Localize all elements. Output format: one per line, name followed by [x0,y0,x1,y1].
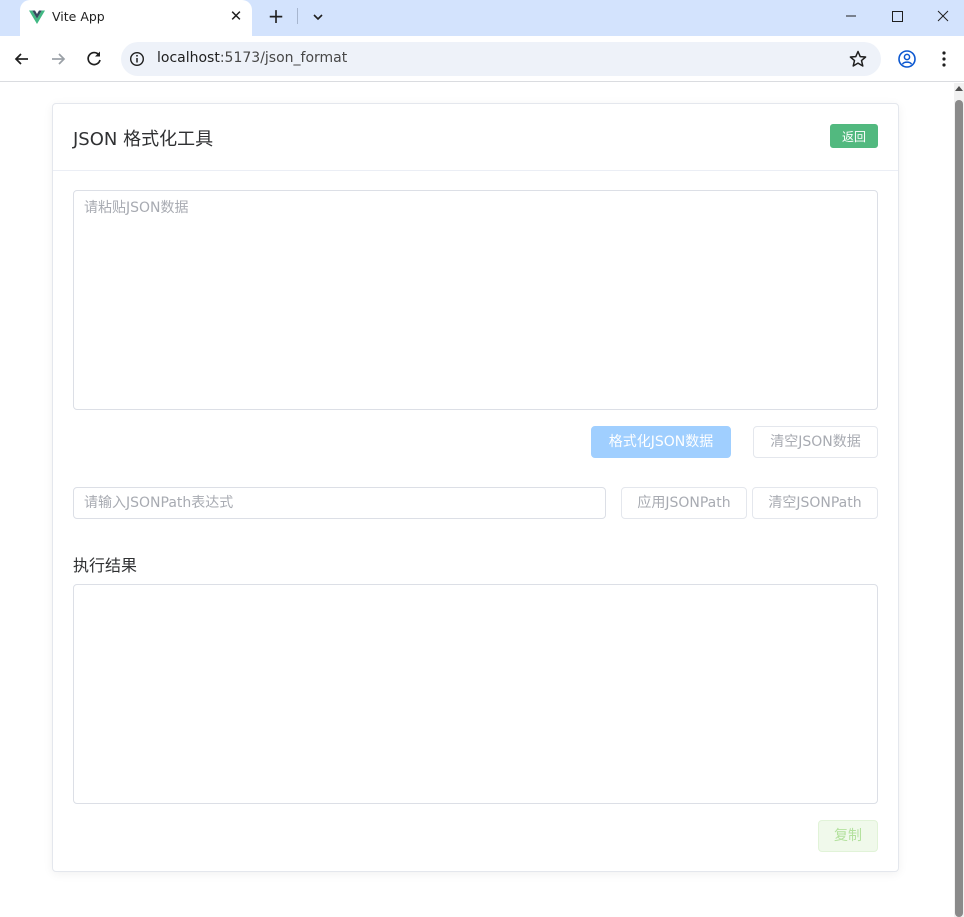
result-textarea[interactable] [73,584,878,804]
tab-strip: Vite App ✕ + [0,0,964,36]
bookmark-star-icon[interactable] [848,49,868,69]
vue-logo-icon [29,10,45,24]
forward-arrow-icon[interactable] [43,44,73,74]
apply-jsonpath-button[interactable]: 应用JSONPath [621,487,747,519]
card-header: JSON 格式化工具 返回 [53,104,898,171]
site-info-icon[interactable] [129,51,145,67]
window-close-icon[interactable] [920,0,964,32]
address-bar[interactable]: localhost:5173/json_format [121,42,881,76]
format-json-button[interactable]: 格式化JSON数据 [591,426,731,458]
json-input-placeholder: 请粘贴JSON数据 [84,200,189,216]
url-text: localhost:5173/json_format [157,50,347,66]
url-path: :5173/json_format [219,50,348,66]
url-host: localhost [157,50,220,66]
page-title: JSON 格式化工具 [73,129,214,150]
minimize-icon[interactable] [828,0,874,32]
copy-button[interactable]: 复制 [818,820,878,852]
clear-jsonpath-button[interactable]: 清空JSONPath [752,487,878,519]
back-button[interactable]: 返回 [830,124,878,148]
tab-close-icon[interactable]: ✕ [227,6,245,26]
new-tab-button[interactable]: + [264,5,288,29]
profile-icon[interactable] [896,48,918,70]
json-tool-card: JSON 格式化工具 返回 请粘贴JSON数据 格式化JSON数据 清空JSON… [52,103,899,872]
browser-tab[interactable]: Vite App ✕ [20,0,252,36]
clear-json-button[interactable]: 清空JSON数据 [753,426,878,458]
tab-title: Vite App [52,9,105,24]
scrollbar-thumb[interactable] [955,100,963,917]
maximize-icon[interactable] [874,0,920,32]
tab-separator [297,8,298,24]
reload-icon[interactable] [79,44,109,74]
result-section-title: 执行结果 [73,556,138,575]
more-menu-icon[interactable] [934,48,954,70]
jsonpath-input[interactable]: 请输入JSONPath表达式 [73,487,606,519]
scroll-up-arrow-icon[interactable] [955,86,963,91]
browser-toolbar: localhost:5173/json_format [0,36,964,82]
back-arrow-icon[interactable] [7,44,37,74]
jsonpath-input-placeholder: 请输入JSONPath表达式 [84,495,234,511]
tab-search-chevron-icon[interactable] [307,5,329,29]
json-input-textarea[interactable]: 请粘贴JSON数据 [73,190,878,410]
